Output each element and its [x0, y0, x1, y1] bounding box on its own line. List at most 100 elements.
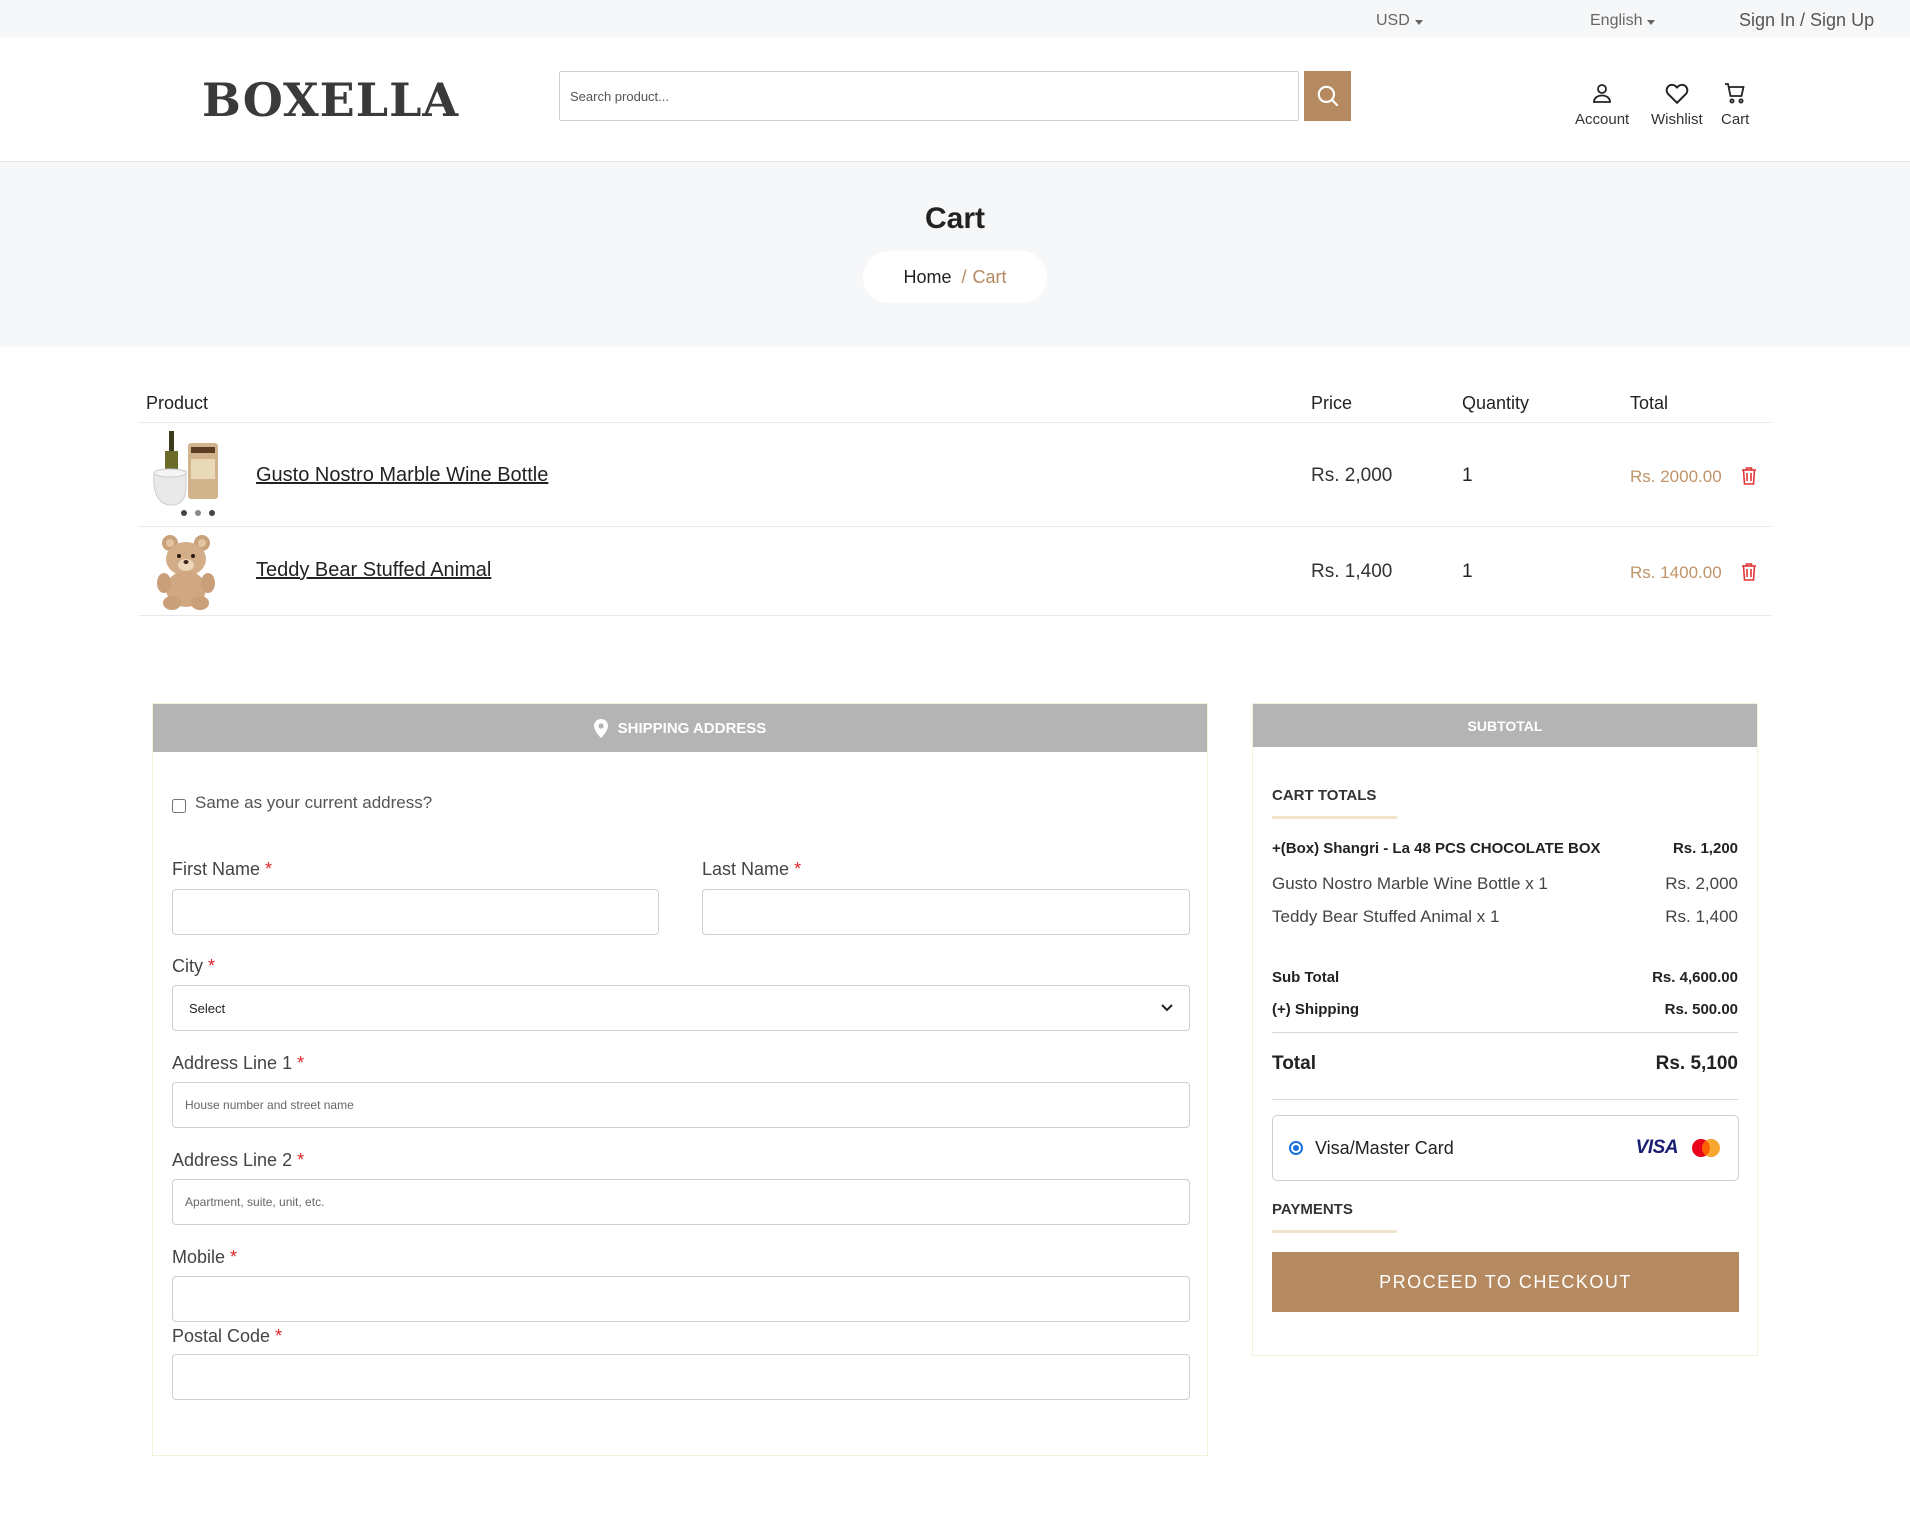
- search-icon: [1317, 85, 1339, 107]
- last-name-field[interactable]: [702, 889, 1190, 935]
- postal-code-field[interactable]: [172, 1354, 1190, 1400]
- address-line-2-field[interactable]: [172, 1179, 1190, 1225]
- summary-item-label: Teddy Bear Stuffed Animal x 1: [1272, 907, 1500, 926]
- first-name-field[interactable]: [172, 889, 659, 935]
- sub-total-label: Sub Total: [1272, 969, 1340, 986]
- address-line-2-label-text: Address Line 2: [172, 1150, 293, 1170]
- sub-total-amount: Rs. 4,600.00: [1652, 969, 1738, 986]
- required-mark: *: [275, 1326, 283, 1346]
- search-input[interactable]: [559, 71, 1299, 121]
- same-address-checkbox[interactable]: [172, 799, 186, 813]
- postal-code-label-text: Postal Code: [172, 1326, 271, 1346]
- proceed-to-checkout-button[interactable]: PROCEED TO CHECKOUT: [1272, 1252, 1739, 1312]
- totals-divider: [1272, 1099, 1738, 1100]
- column-header-price: Price: [1311, 393, 1353, 413]
- required-mark: *: [297, 1150, 305, 1170]
- address-line-2-label: Address Line 2 *: [172, 1150, 304, 1171]
- page-title: Cart: [924, 202, 985, 235]
- visa-logo-icon: VISA: [1635, 1137, 1679, 1158]
- mastercard-logo-icon: [1692, 1139, 1720, 1157]
- heart-icon: [1665, 83, 1689, 105]
- table-row: Gusto Nostro Marble Wine Bottle Rs. 2,00…: [139, 423, 1771, 527]
- trash-icon[interactable]: [1741, 466, 1757, 485]
- site-logo[interactable]: BOXELLA: [202, 73, 459, 127]
- summary-item-label: Gusto Nostro Marble Wine Bottle x 1: [1272, 874, 1548, 893]
- payments-title: PAYMENTS: [1272, 1201, 1353, 1218]
- grand-total-row: Total Rs. 5,100: [1272, 1053, 1738, 1075]
- cart-totals-title: CART TOTALS: [1272, 787, 1377, 804]
- shipping-address-header: SHIPPING ADDRESS: [153, 704, 1207, 752]
- cart-link[interactable]: Cart: [1721, 81, 1749, 128]
- subtotal-panel: SUBTOTAL CART TOTALS +(Box) Shangri - La…: [1252, 703, 1758, 1356]
- first-name-label-text: First Name: [172, 859, 261, 879]
- payment-option-visa-mastercard[interactable]: Visa/Master Card VISA: [1272, 1115, 1739, 1181]
- language-label: English: [1590, 12, 1643, 29]
- shipping-row: (+) Shipping Rs. 500.00: [1272, 1001, 1738, 1018]
- wishlist-link[interactable]: Wishlist: [1651, 81, 1703, 128]
- box-item-amount: Rs. 1,200: [1672, 840, 1738, 857]
- product-price: Rs. 2,000: [1311, 465, 1393, 486]
- account-link[interactable]: Account: [1575, 81, 1629, 128]
- same-address-label: Same as your current address?: [195, 793, 433, 812]
- language-selector[interactable]: English: [1590, 12, 1656, 30]
- chevron-down-icon: [1161, 1004, 1173, 1012]
- payments-underline: [1272, 1230, 1397, 1233]
- required-mark: *: [208, 956, 216, 976]
- sign-in-sign-up-link[interactable]: Sign In / Sign Up: [1739, 10, 1874, 31]
- currency-label: USD: [1376, 12, 1410, 29]
- trash-icon[interactable]: [1741, 562, 1757, 581]
- cart-totals-underline: [1272, 816, 1397, 819]
- teddy-bear-image[interactable]: [146, 531, 226, 611]
- wine-bottle-chiller-image[interactable]: [146, 429, 226, 519]
- product-line-total: Rs. 1400.00: [1630, 563, 1722, 582]
- payment-option-label: Visa/Master Card: [1315, 1137, 1454, 1158]
- breadcrumb-separator: /: [961, 266, 967, 287]
- mobile-label-text: Mobile: [172, 1247, 226, 1267]
- product-link-wine-bottle[interactable]: Gusto Nostro Marble Wine Bottle: [256, 464, 548, 487]
- mobile-field[interactable]: [172, 1276, 1190, 1322]
- currency-selector[interactable]: USD: [1376, 12, 1423, 30]
- caret-down-icon: [1414, 19, 1423, 25]
- map-pin-icon: [593, 718, 608, 738]
- breadcrumb-current: Cart: [972, 266, 1007, 287]
- site-header: BOXELLA Account Wishlist Cart: [0, 37, 1910, 162]
- cart-label: Cart: [1721, 111, 1750, 128]
- top-bar: USD English Sign In / Sign Up: [0, 0, 1910, 37]
- totals-divider: [1272, 1032, 1738, 1033]
- product-link-teddy-bear[interactable]: Teddy Bear Stuffed Animal: [256, 559, 491, 582]
- shipping-address-title: SHIPPING ADDRESS: [617, 719, 767, 737]
- product-quantity: 1: [1462, 465, 1473, 486]
- product-quantity: 1: [1462, 561, 1473, 582]
- address-line-1-field[interactable]: [172, 1082, 1190, 1128]
- cart-icon: [1725, 83, 1745, 104]
- page-hero: Cart Home / Cart: [0, 162, 1910, 347]
- city-label: City *: [172, 956, 215, 977]
- same-address-option[interactable]: Same as your current address?: [172, 793, 432, 813]
- city-select[interactable]: Select: [172, 985, 1190, 1031]
- last-name-label: Last Name *: [702, 859, 801, 880]
- breadcrumb-home-link[interactable]: Home: [903, 267, 951, 288]
- account-label: Account: [1575, 111, 1630, 128]
- shipping-label: (+) Shipping: [1272, 1001, 1360, 1018]
- wishlist-label: Wishlist: [1651, 111, 1703, 128]
- last-name-label-text: Last Name: [702, 859, 790, 879]
- summary-item-row: Teddy Bear Stuffed Animal x 1 Rs. 1,400: [1272, 907, 1738, 927]
- caret-down-icon: [1647, 19, 1656, 25]
- column-header-quantity: Quantity: [1462, 393, 1530, 413]
- box-item-label: +(Box) Shangri - La 48 PCS CHOCOLATE BOX: [1272, 840, 1601, 857]
- required-mark: *: [265, 859, 273, 879]
- payment-radio-selected[interactable]: [1289, 1141, 1303, 1155]
- product-price: Rs. 1,400: [1311, 561, 1393, 582]
- sub-total-row: Sub Total Rs. 4,600.00: [1272, 969, 1738, 986]
- column-header-total: Total: [1630, 393, 1669, 413]
- box-item-row: +(Box) Shangri - La 48 PCS CHOCOLATE BOX…: [1272, 840, 1738, 857]
- first-name-label: First Name *: [172, 859, 272, 880]
- summary-item-amount: Rs. 1,400: [1665, 907, 1738, 926]
- grand-total-amount: Rs. 5,100: [1655, 1053, 1738, 1074]
- cart-table: Product Price Quantity Total Gusto Nostr…: [139, 380, 1771, 616]
- search-button[interactable]: [1304, 71, 1351, 121]
- summary-item-amount: Rs. 2,000: [1665, 874, 1738, 893]
- shipping-amount: Rs. 500.00: [1664, 1001, 1738, 1018]
- user-icon: [1593, 84, 1611, 103]
- required-mark: *: [297, 1053, 305, 1073]
